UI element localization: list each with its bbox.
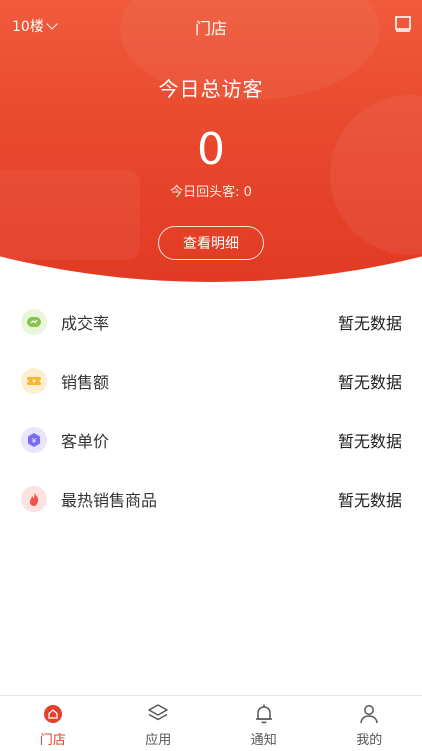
tab-profile[interactable]: 我的: [317, 696, 422, 751]
stat-label: 销售额: [61, 369, 109, 393]
yuan-hexagon-icon: ¥: [21, 427, 47, 453]
total-visitors-count: 0: [0, 123, 422, 177]
returning-visitors: 今日回头客: 0: [0, 181, 422, 200]
bottom-tab-bar: 门店 应用 通知 我的: [0, 695, 422, 751]
view-details-button[interactable]: 查看明细: [158, 226, 264, 260]
tab-store[interactable]: 门店: [0, 696, 106, 751]
svg-text:¥: ¥: [32, 378, 36, 385]
tab-apps[interactable]: 应用: [106, 696, 212, 751]
store-icon: [41, 702, 65, 726]
tab-label: 门店: [40, 729, 66, 748]
tab-label: 通知: [251, 729, 277, 748]
stat-row-avg-order[interactable]: ¥ 客单价 暂无数据: [0, 410, 422, 469]
user-icon: [357, 702, 381, 726]
stat-value: 暂无数据: [338, 310, 402, 334]
tab-label: 我的: [356, 729, 382, 748]
stat-value: 暂无数据: [338, 369, 402, 393]
layers-icon: [146, 702, 170, 726]
stat-row-hot-product[interactable]: 最热销售商品 暂无数据: [0, 469, 422, 528]
stat-value: 暂无数据: [338, 428, 402, 452]
stat-value: 暂无数据: [338, 487, 402, 511]
tab-label: 应用: [145, 729, 171, 748]
stat-label: 成交率: [61, 310, 109, 334]
flame-icon: [21, 486, 47, 512]
stat-row-conversion[interactable]: 成交率 暂无数据: [0, 292, 422, 351]
bell-icon: [252, 702, 276, 726]
tab-notifications[interactable]: 通知: [211, 696, 317, 751]
returning-visitors-label: 今日回头客:: [170, 185, 239, 200]
svg-text:¥: ¥: [32, 437, 37, 445]
stat-label: 最热销售商品: [61, 487, 157, 511]
stat-label: 客单价: [61, 428, 109, 452]
total-visitors-caption: 今日总访客: [0, 73, 422, 102]
conversion-icon: [21, 309, 47, 335]
returning-visitors-value: 0: [244, 185, 252, 200]
stat-row-sales[interactable]: ¥ 销售额 暂无数据: [0, 351, 422, 410]
ticket-icon: ¥: [21, 368, 47, 394]
stats-list: 成交率 暂无数据 ¥ 销售额 暂无数据 ¥ 客单价 暂无数据 最热销售商品 暂无…: [0, 292, 422, 528]
book-icon[interactable]: [394, 15, 412, 33]
page-title: 门店: [0, 15, 422, 39]
